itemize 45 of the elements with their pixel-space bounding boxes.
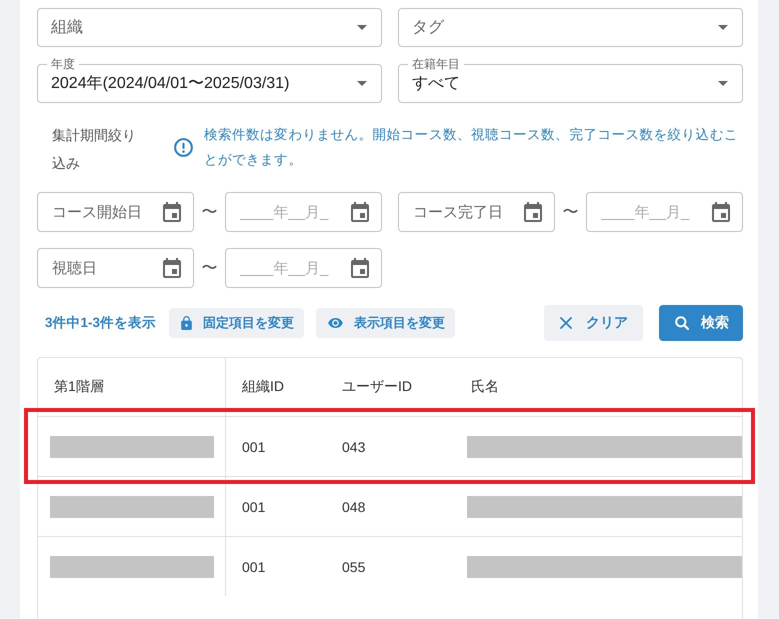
lock-icon <box>181 316 192 330</box>
column-header: 第1階層 <box>38 358 226 416</box>
table-cell-text: 001 <box>241 438 266 456</box>
table-cell-text: 001 <box>241 498 266 516</box>
calendar-icon <box>524 202 542 222</box>
search-button[interactable]: 検索 <box>659 305 743 341</box>
calendar-icon <box>712 202 730 222</box>
clear-button[interactable]: クリア <box>544 305 643 341</box>
caret-icon <box>718 81 728 86</box>
close-icon <box>560 317 572 329</box>
date-field[interactable]: ____年__月_ <box>225 192 382 232</box>
date-field[interactable]: ____年__月_ <box>225 248 382 288</box>
date-field[interactable]: 視聴日 <box>37 248 194 288</box>
table-cell-text: 043 <box>341 438 366 456</box>
select-field[interactable]: タグ <box>398 8 743 47</box>
column-header: ユーザーID <box>341 377 413 396</box>
caret-icon <box>718 25 728 30</box>
range-separator: 〜 <box>562 202 580 222</box>
fixed-items-button[interactable]: 固定項目を変更 <box>169 308 304 338</box>
range-separator: 〜 <box>200 202 218 222</box>
display-items-button[interactable]: 表示項目を変更 <box>316 308 456 338</box>
calendar-icon <box>163 202 181 222</box>
column-header: 氏名 <box>470 377 500 396</box>
section-label: 集計期間絞り込み <box>51 126 137 173</box>
select-field[interactable]: 在籍年目 すべて <box>398 57 743 103</box>
select-field[interactable]: 組織 <box>37 8 382 47</box>
caret-icon <box>357 81 367 86</box>
eye-icon <box>328 318 344 328</box>
info-text: 検索件数は変わりません。開始コース数、視聴コース数、完了コース数を絞り込むことができます。 <box>204 126 739 169</box>
column-header: 組織ID <box>241 377 285 396</box>
info-icon <box>174 138 193 157</box>
date-field[interactable]: コース完了日 <box>398 192 555 232</box>
caret-icon <box>357 25 367 30</box>
search-icon <box>675 316 689 330</box>
table-cell-text: 055 <box>341 558 366 576</box>
select-field[interactable]: 年度 2024年(2024/04/01〜2025/03/31) <box>37 57 382 103</box>
date-field[interactable]: ____年__月_ <box>586 192 743 232</box>
result-count: 3件中1-3件を表示 <box>45 314 156 332</box>
calendar-icon <box>351 258 369 278</box>
calendar-icon <box>163 258 181 278</box>
table-cell-text: 048 <box>341 498 366 516</box>
calendar-icon <box>351 202 369 222</box>
date-field[interactable]: コース開始日 <box>37 192 194 232</box>
table-cell-text: 001 <box>241 558 266 576</box>
range-separator: 〜 <box>200 258 218 278</box>
